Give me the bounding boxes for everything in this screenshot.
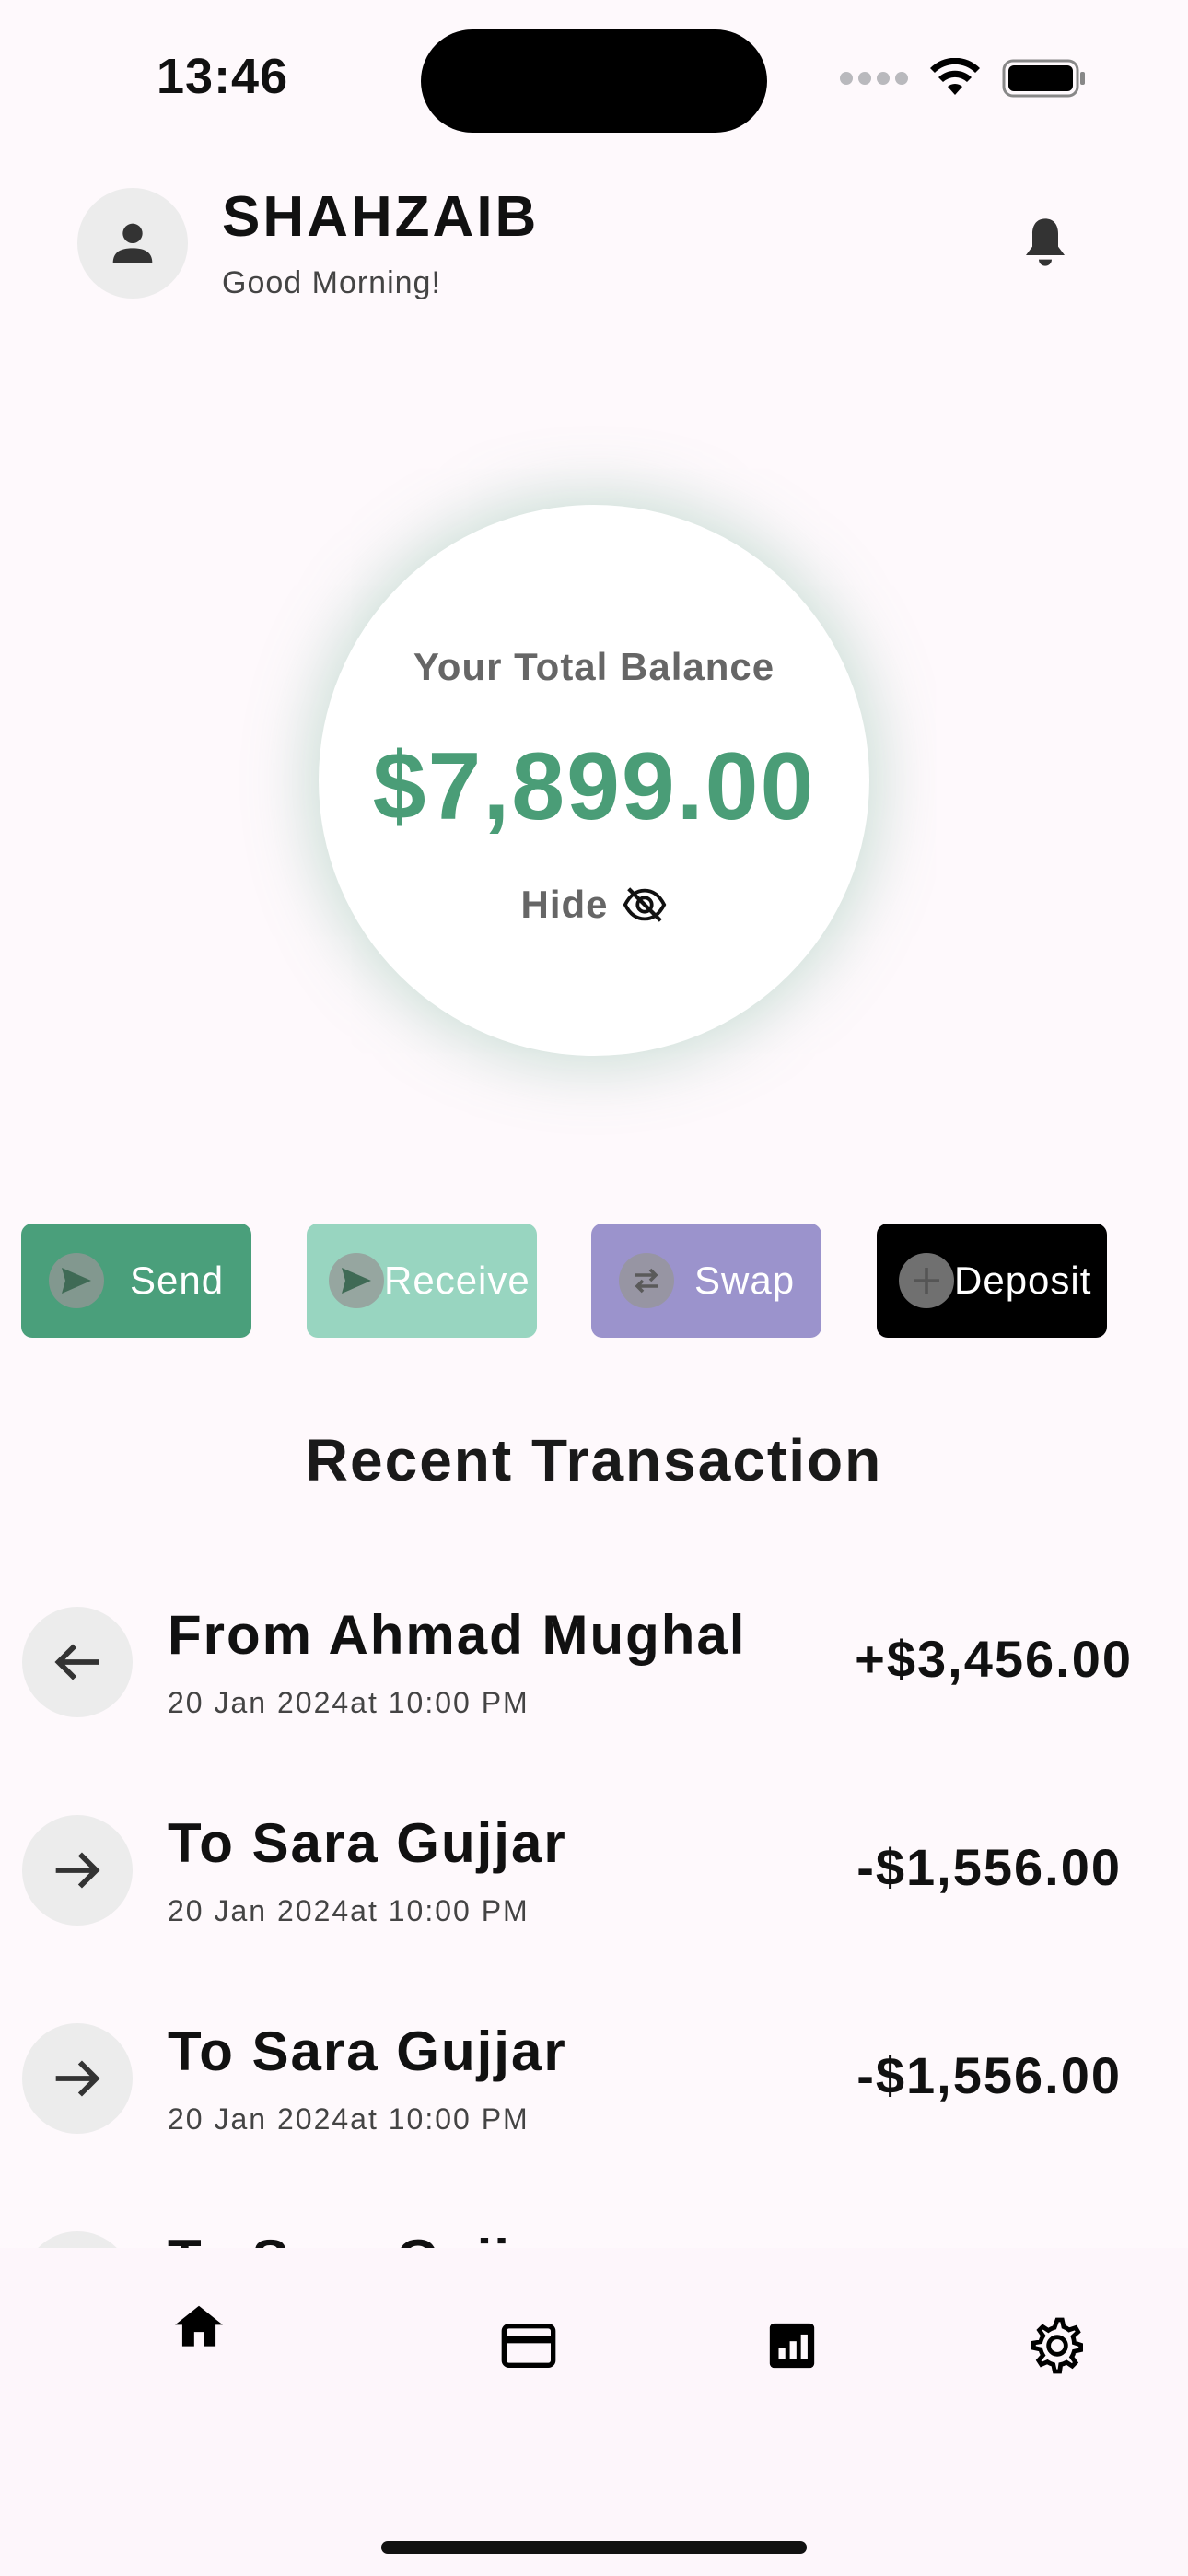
avatar[interactable] bbox=[77, 188, 188, 299]
username: SHAHZAIB bbox=[222, 185, 540, 249]
card-icon bbox=[501, 2324, 556, 2368]
bell-icon bbox=[1026, 218, 1065, 266]
plus-icon bbox=[899, 1253, 954, 1308]
transaction-name: To Sara Gujjar bbox=[168, 2228, 567, 2248]
receive-label: Receive bbox=[384, 1259, 530, 1302]
list-item[interactable]: To Sara Gujjar 20 Jan 2024at 10:00 PM -$… bbox=[0, 2012, 1188, 2196]
home-icon bbox=[175, 2305, 223, 2347]
transaction-list[interactable]: From Ahmad Mughal 20 Jan 2024at 10:00 PM… bbox=[0, 1585, 1188, 2248]
greeting: Good Morning! bbox=[222, 265, 441, 300]
person-icon bbox=[112, 223, 153, 263]
bottom-nav bbox=[0, 2248, 1188, 2576]
home-indicator[interactable] bbox=[381, 2541, 807, 2554]
nav-home[interactable] bbox=[162, 2290, 236, 2364]
gear-icon bbox=[1031, 2317, 1083, 2374]
send-icon bbox=[49, 1253, 104, 1308]
swap-icon bbox=[619, 1253, 674, 1308]
transaction-name: To Sara Gujjar bbox=[168, 2020, 567, 2082]
chart-icon bbox=[769, 2323, 815, 2369]
status-icons bbox=[840, 55, 1087, 101]
battery-icon bbox=[1002, 59, 1085, 98]
receive-button[interactable]: Receive bbox=[307, 1224, 537, 1338]
swap-button[interactable]: Swap bbox=[591, 1224, 821, 1338]
transaction-amount: -$1,556.00 bbox=[856, 2046, 1122, 2104]
arrow-right-icon bbox=[22, 2023, 133, 2134]
deposit-label: Deposit bbox=[954, 1259, 1092, 1302]
hide-balance-toggle[interactable]: Hide bbox=[319, 883, 869, 927]
list-item[interactable]: To Sara Gujjar 20 Jan 2024at 10:00 PM -$… bbox=[0, 1804, 1188, 1988]
cellular-signal-icon bbox=[840, 72, 908, 85]
section-title: Recent Transaction bbox=[305, 1427, 883, 1493]
transaction-date: 20 Jan 2024at 10:00 PM bbox=[168, 2102, 530, 2136]
balance-label: Your Total Balance bbox=[413, 645, 775, 688]
notification-button[interactable] bbox=[1013, 210, 1077, 275]
status-time: 13:46 bbox=[157, 49, 289, 104]
transaction-amount: -$1,556.00 bbox=[856, 1838, 1122, 1896]
list-item[interactable]: From Ahmad Mughal 20 Jan 2024at 10:00 PM… bbox=[0, 1596, 1188, 1780]
arrow-left-icon bbox=[22, 1607, 133, 1717]
receive-icon bbox=[329, 1253, 384, 1308]
transaction-date: 20 Jan 2024at 10:00 PM bbox=[168, 1894, 530, 1927]
nav-stats[interactable] bbox=[755, 2309, 829, 2383]
transaction-date: 20 Jan 2024at 10:00 PM bbox=[168, 1686, 530, 1719]
swap-label: Swap bbox=[694, 1259, 796, 1302]
transaction-amount: +$3,456.00 bbox=[855, 1630, 1133, 1688]
arrow-right-icon bbox=[22, 1815, 133, 1926]
hide-label: Hide bbox=[520, 883, 609, 926]
wifi-icon bbox=[930, 58, 980, 95]
balance-amount: $7,899.00 bbox=[372, 733, 816, 840]
nav-settings[interactable] bbox=[1020, 2309, 1094, 2383]
send-button[interactable]: Send bbox=[21, 1224, 251, 1338]
deposit-button[interactable]: Deposit bbox=[877, 1224, 1107, 1338]
send-label: Send bbox=[130, 1259, 225, 1302]
arrow-right-icon bbox=[22, 2231, 133, 2248]
list-item[interactable]: To Sara Gujjar bbox=[0, 2220, 1188, 2248]
dynamic-island bbox=[421, 29, 767, 133]
eye-off-icon bbox=[623, 887, 666, 922]
transaction-name: From Ahmad Mughal bbox=[168, 1604, 747, 1666]
nav-cards[interactable] bbox=[492, 2309, 565, 2383]
transaction-name: To Sara Gujjar bbox=[168, 1812, 567, 1874]
